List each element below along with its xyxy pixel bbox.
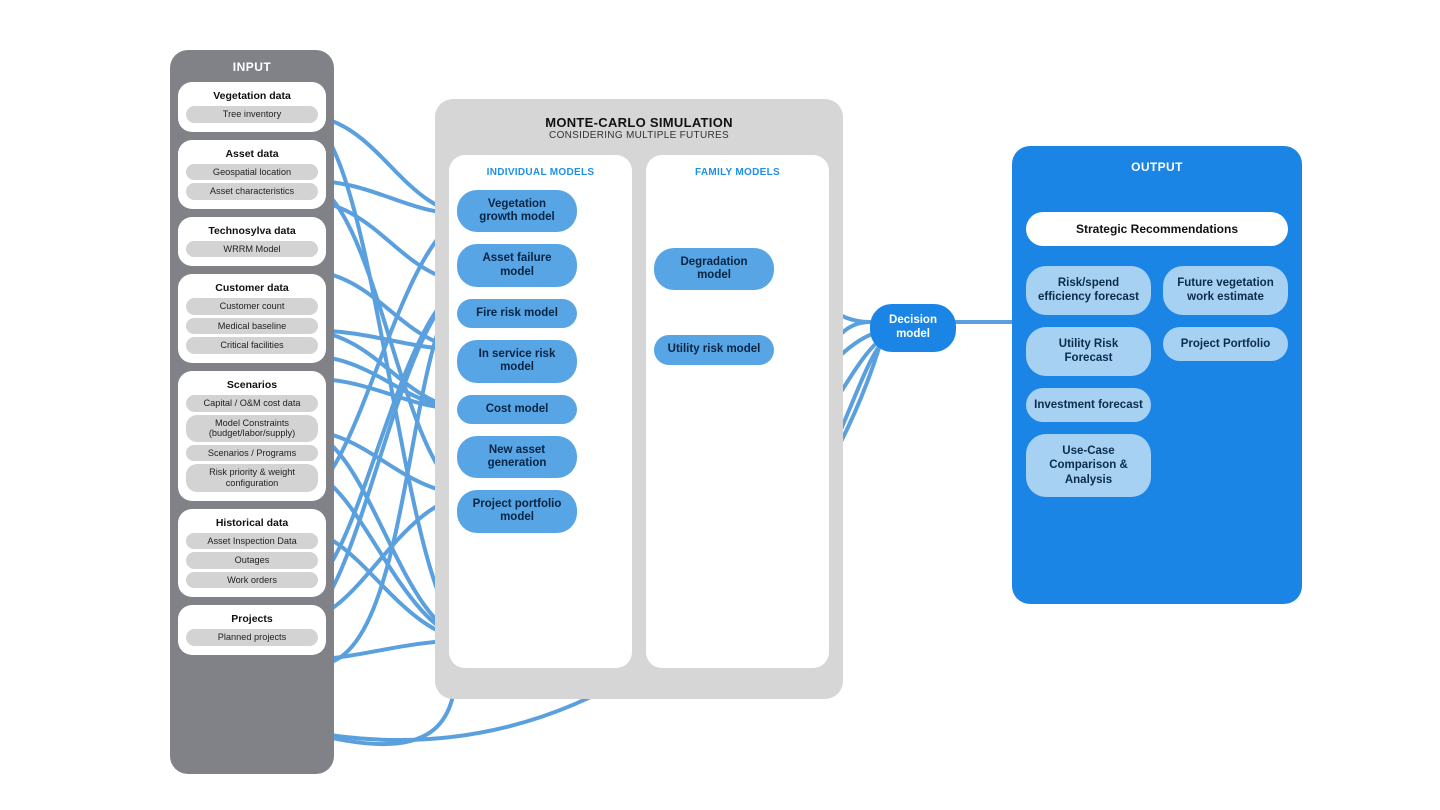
family-model-node: Utility risk model xyxy=(654,335,774,364)
individual-model-node: In service risk model xyxy=(457,340,577,382)
input-section-title: Scenarios xyxy=(186,379,318,391)
input-item: Critical facilities xyxy=(186,337,318,354)
input-item: Risk priority & weight configuration xyxy=(186,464,318,491)
input-section-title: Historical data xyxy=(186,517,318,529)
input-item: Work orders xyxy=(186,572,318,589)
output-header: Strategic Recommendations xyxy=(1026,212,1288,246)
input-item: Medical baseline xyxy=(186,318,318,335)
input-item: Asset characteristics xyxy=(186,183,318,200)
input-item: Outages xyxy=(186,552,318,569)
family-models-column: FAMILY MODELS Degradation model Utility r… xyxy=(646,155,829,668)
family-models-label: FAMILY MODELS xyxy=(654,167,821,178)
input-item: Planned projects xyxy=(186,629,318,646)
output-title: OUTPUT xyxy=(1026,160,1288,174)
output-item: Project Portfolio xyxy=(1163,327,1288,361)
individual-model-node: Fire risk model xyxy=(457,299,577,328)
decision-model-node: Decision model xyxy=(870,304,956,352)
input-item: Model Constraints (budget/labor/supply) xyxy=(186,415,318,442)
individual-model-node: Cost model xyxy=(457,395,577,424)
input-section: Scenarios Capital / O&M cost data Model Co… xyxy=(178,371,326,500)
input-section-title: Asset data xyxy=(186,148,318,160)
input-panel: INPUT Vegetation data Tree inventory Asset… xyxy=(170,50,334,774)
output-panel: OUTPUT Strategic Recommendations Risk/sp… xyxy=(1012,146,1302,604)
input-item: Asset Inspection Data xyxy=(186,533,318,550)
simulation-subtitle: CONSIDERING MULTIPLE FUTURES xyxy=(449,130,829,141)
input-title: INPUT xyxy=(178,60,326,74)
output-item: Risk/spend efficiency forecast xyxy=(1026,266,1151,315)
individual-models-column: INDIVIDUAL MODELS Vegetation growth mode… xyxy=(449,155,632,668)
input-item: Tree inventory xyxy=(186,106,318,123)
individual-model-node: Project portfolio model xyxy=(457,490,577,532)
simulation-title: MONTE-CARLO SIMULATION xyxy=(449,115,829,130)
input-section: Vegetation data Tree inventory xyxy=(178,82,326,132)
input-section: Historical data Asset Inspection Data Outa… xyxy=(178,509,326,598)
input-item: Customer count xyxy=(186,298,318,315)
output-item: Investment forecast xyxy=(1026,388,1151,422)
output-item: Future vegetation work estimate xyxy=(1163,266,1288,315)
individual-model-node: New asset generation xyxy=(457,436,577,478)
individual-model-node: Asset failure model xyxy=(457,244,577,286)
input-item: Scenarios / Programs xyxy=(186,445,318,462)
input-section-title: Projects xyxy=(186,613,318,625)
individual-model-node: Vegetation growth model xyxy=(457,190,577,232)
input-section: Projects Planned projects xyxy=(178,605,326,655)
input-section: Asset data Geospatial location Asset chara… xyxy=(178,140,326,209)
input-section: Customer data Customer count Medical basel… xyxy=(178,274,326,363)
input-section-title: Vegetation data xyxy=(186,90,318,102)
individual-models-label: INDIVIDUAL MODELS xyxy=(457,167,624,178)
input-section-title: Customer data xyxy=(186,282,318,294)
input-item: Capital / O&M cost data xyxy=(186,395,318,412)
output-item: Utility Risk Forecast xyxy=(1026,327,1151,376)
family-model-node: Degradation model xyxy=(654,248,774,290)
input-section: Technosylva data WRRM Model xyxy=(178,217,326,267)
input-item: WRRM Model xyxy=(186,241,318,258)
input-item: Geospatial location xyxy=(186,164,318,181)
simulation-panel: MONTE-CARLO SIMULATION CONSIDERING MULTI… xyxy=(435,99,843,699)
input-section-title: Technosylva data xyxy=(186,225,318,237)
output-item: Use-Case Comparison & Analysis xyxy=(1026,434,1151,497)
